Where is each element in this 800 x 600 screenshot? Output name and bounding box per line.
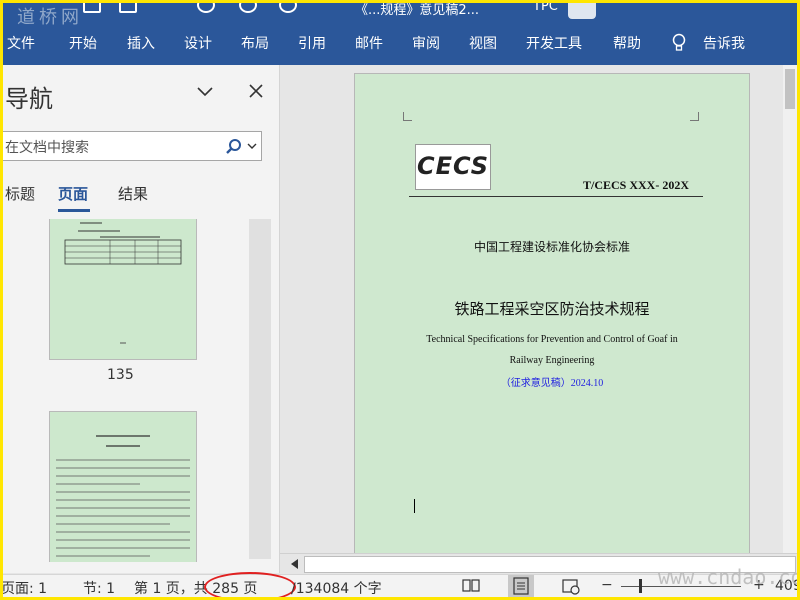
tab-layout[interactable]: 布局 [241, 33, 269, 53]
navigation-pane: 导航 在文档中搜索 标题 页面 结果 135 [3, 65, 280, 573]
page-thumbnail[interactable] [49, 411, 197, 562]
document-title-cn: 铁路工程采空区防治技术规程 [454, 300, 650, 318]
tab-design[interactable]: 设计 [184, 33, 212, 53]
document-title-en-line2: Railway Engineering [509, 355, 595, 366]
document-page[interactable]: CECS T/CECS XXX- 202X 中国工程建设标准化协会标准 铁路工程… [354, 73, 750, 555]
nav-search-input[interactable]: 在文档中搜索 [3, 131, 262, 161]
thumbnail-content [64, 222, 182, 344]
thumbnail-page-number: 135 [107, 367, 134, 383]
lightbulb-icon[interactable] [672, 33, 686, 53]
margin-mark [403, 112, 412, 121]
chevron-down-icon[interactable] [247, 141, 257, 151]
document-area: CECS T/CECS XXX- 202X 中国工程建设标准化协会标准 铁路工程… [280, 65, 797, 555]
search-icon[interactable] [225, 138, 243, 156]
text-cursor [414, 499, 415, 513]
tab-home[interactable]: 开始 [69, 33, 97, 53]
nav-tab-pages[interactable]: 页面 [58, 183, 88, 204]
word-window: 道桥网 《...规程》意见稿2... TPC 文件 开始 插入 设计 布局 引用… [0, 0, 800, 600]
tab-file[interactable]: 文件 [7, 33, 35, 53]
search-placeholder: 在文档中搜索 [5, 140, 89, 156]
header-rule [409, 196, 703, 197]
nav-tab-headings[interactable]: 标题 [5, 183, 35, 204]
print-layout-button[interactable] [508, 575, 534, 597]
status-page[interactable]: 页面: 1 [3, 578, 47, 597]
chevron-down-icon[interactable] [195, 81, 215, 101]
print-layout-icon [513, 577, 529, 595]
save-icon[interactable] [83, 3, 101, 13]
undo-icon[interactable] [119, 3, 137, 13]
status-word-count[interactable]: /134084 个字 [291, 578, 382, 597]
web-layout-icon[interactable] [561, 577, 581, 595]
read-mode-icon[interactable] [461, 577, 481, 595]
highlight-circle [204, 572, 296, 597]
tab-tell-me[interactable]: 告诉我 [703, 33, 745, 53]
association-name: 中国工程建设标准化协会标准 [473, 240, 630, 254]
ribbon: 道桥网 《...规程》意见稿2... TPC 文件 开始 插入 设计 布局 引用… [3, 3, 797, 65]
active-tab-indicator [58, 209, 90, 212]
margin-mark [690, 112, 699, 121]
thumbnail-content [56, 435, 190, 557]
nav-tab-results[interactable]: 结果 [118, 183, 148, 204]
watermark-logo: 道桥网 [17, 7, 83, 25]
standard-number: T/CECS XXX- 202X [583, 178, 690, 192]
watermark-url: www.cndao.com [658, 565, 800, 589]
avatar[interactable] [568, 3, 596, 19]
nav-title: 导航 [5, 85, 53, 113]
user-name: TPC [533, 3, 558, 14]
scroll-left-icon[interactable] [288, 557, 302, 571]
tab-references[interactable]: 引用 [298, 33, 326, 53]
tab-help[interactable]: 帮助 [613, 33, 641, 53]
title-bar: 道桥网 《...规程》意见稿2... TPC [3, 3, 797, 25]
draft-note: （征求意见稿）2024.10 [500, 378, 604, 389]
tab-insert[interactable]: 插入 [127, 33, 155, 53]
cecs-logo: CECS [415, 144, 491, 190]
document-title: 《...规程》意见稿2... [355, 3, 480, 18]
redo-icon[interactable] [239, 3, 257, 13]
close-icon[interactable] [246, 81, 266, 101]
zoom-out-button[interactable]: − [601, 577, 613, 593]
thumbnail-scrollbar[interactable] [249, 219, 271, 559]
tab-developer[interactable]: 开发工具 [526, 33, 582, 53]
zoom-slider-handle[interactable] [639, 579, 642, 593]
tab-view[interactable]: 视图 [469, 33, 497, 53]
tab-mailings[interactable]: 邮件 [355, 33, 383, 53]
refresh-icon[interactable] [279, 3, 297, 13]
document-title-en-line1: Technical Specifications for Prevention … [426, 334, 678, 345]
preview-icon[interactable] [197, 3, 215, 13]
vertical-scrollbar[interactable] [783, 65, 797, 553]
status-section[interactable]: 节: 1 [83, 578, 115, 597]
scroll-thumb[interactable] [785, 69, 795, 109]
page-thumbnail[interactable] [49, 219, 197, 360]
tab-review[interactable]: 审阅 [412, 33, 440, 53]
